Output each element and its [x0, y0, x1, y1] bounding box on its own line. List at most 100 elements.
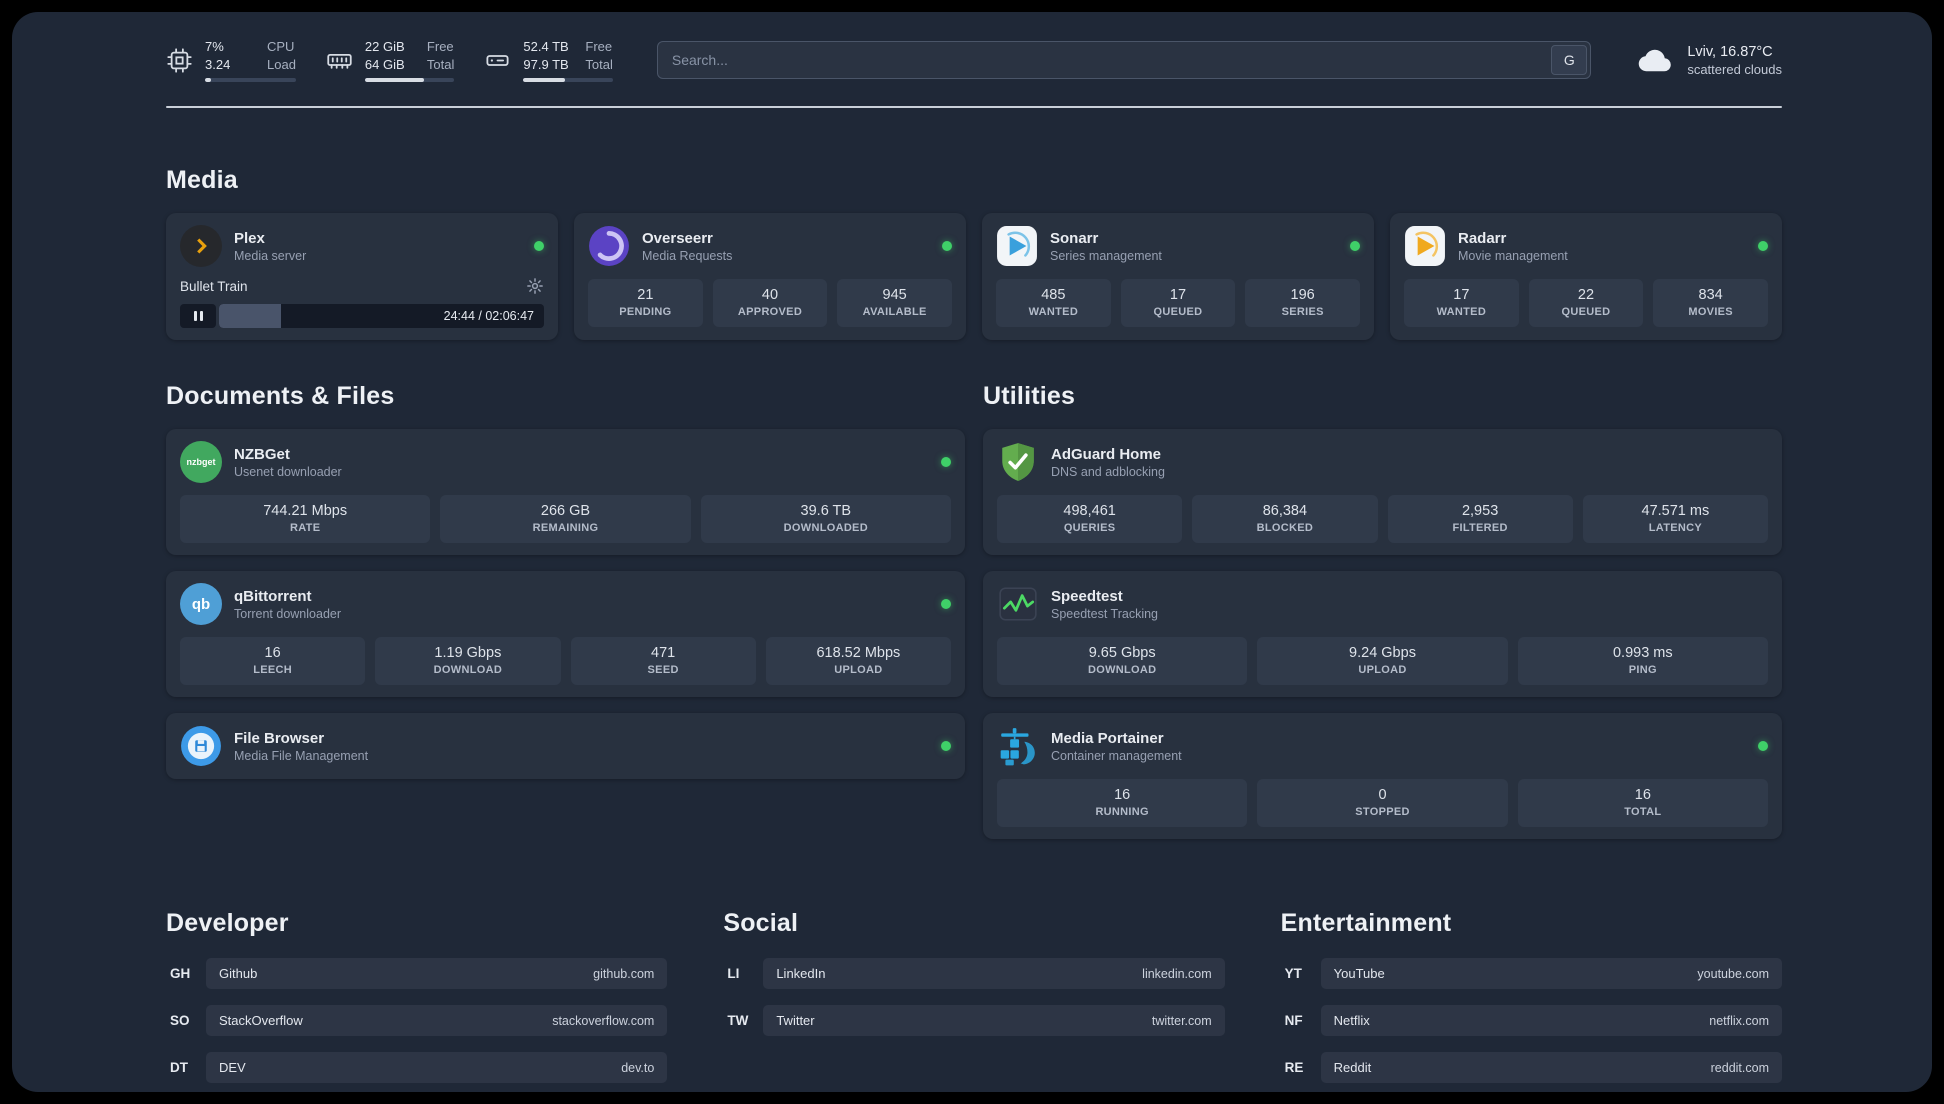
- status-dot: [1758, 741, 1768, 752]
- stat-value: 16: [1114, 787, 1131, 804]
- search-bar: G: [656, 41, 1592, 80]
- disk-free: 52.4 TB: [523, 39, 569, 54]
- bookmark-stackoverflow[interactable]: SO StackOverflow stackoverflow.com: [166, 1005, 668, 1037]
- stat-tile: 16 TOTAL: [1517, 779, 1768, 828]
- card-title: Radarr: [1458, 229, 1507, 247]
- weather-condition: scattered clouds: [1687, 61, 1782, 77]
- bookmark-linkedin[interactable]: LI LinkedIn linkedin.com: [723, 958, 1225, 990]
- card-subtitle: Torrent downloader: [234, 606, 342, 621]
- bookmark-twitter[interactable]: TW Twitter twitter.com: [723, 1005, 1225, 1037]
- card-title: NZBGet: [234, 445, 290, 463]
- stat-tile: 17 WANTED: [1404, 279, 1519, 328]
- stat-label: FILTERED: [1452, 522, 1508, 535]
- stat-value: 21: [637, 287, 654, 304]
- portainer-icon: [997, 725, 1039, 767]
- stat-tile: 9.24 Gbps UPLOAD: [1257, 637, 1508, 686]
- bookmark-reddit[interactable]: RE Reddit reddit.com: [1281, 1052, 1782, 1084]
- card-title: AdGuard Home: [1051, 445, 1162, 463]
- bookmark-pill: Github github.com: [206, 958, 668, 990]
- nzbget-icon-text: nzbget: [186, 457, 216, 468]
- card-subtitle: Media server: [234, 248, 307, 263]
- stat-value: 16: [1634, 787, 1651, 804]
- disk-label-1: Free: [585, 39, 613, 54]
- bookmark-pill: StackOverflow stackoverflow.com: [206, 1005, 668, 1037]
- search-input[interactable]: [656, 41, 1592, 80]
- stat-label: DOWNLOAD: [1087, 664, 1157, 677]
- stat-value: 485: [1041, 287, 1066, 304]
- bookmark-youtube[interactable]: YT YouTube youtube.com: [1281, 958, 1782, 990]
- stat-tile: 40 APPROVED: [712, 279, 828, 328]
- bookmark-name: Twitter: [776, 1013, 815, 1029]
- radarr-card[interactable]: Radarr Movie management 17 WANTED 22 QUE…: [1390, 213, 1782, 341]
- stat-label: TOTAL: [1624, 806, 1662, 819]
- bookmark-name: Netflix: [1333, 1013, 1370, 1029]
- bookmark-url: dev.to: [621, 1060, 655, 1075]
- stat-value: 40: [761, 287, 779, 304]
- ram-label-1: Free: [426, 39, 454, 54]
- card-subtitle: DNS and adblocking: [1051, 464, 1165, 479]
- card-title: qBittorrent: [234, 587, 312, 605]
- stat-tile: 47.571 ms LATENCY: [1582, 495, 1768, 544]
- qbittorrent-card[interactable]: qb qBittorrent Torrent downloader 16 LEE…: [166, 571, 965, 698]
- stat-tile: 498,461 QUERIES: [997, 495, 1183, 544]
- sonarr-card[interactable]: Sonarr Series management 485 WANTED 17 Q…: [982, 213, 1374, 341]
- card-subtitle: Movie management: [1458, 248, 1568, 263]
- adguard-card[interactable]: AdGuard Home DNS and adblocking 498,461 …: [983, 429, 1782, 556]
- topbar: 7% 3.24 CPU Load 22 GiB 64 GiB Free Tota…: [166, 38, 1782, 83]
- bookmark-abbr: NF: [1284, 1013, 1303, 1029]
- card-subtitle: Media Requests: [642, 248, 733, 263]
- overseerr-icon: [588, 225, 630, 267]
- media-grid: Plex Media server Bullet Train 24:44 / 0…: [166, 213, 1782, 341]
- section-title-media: Media: [166, 166, 238, 195]
- status-dot: [941, 599, 951, 610]
- status-dot: [942, 241, 952, 252]
- stat-tile: 16 LEECH: [180, 637, 366, 686]
- stat-tile: 22 QUEUED: [1528, 279, 1644, 328]
- bookmark-name: Reddit: [1333, 1060, 1372, 1076]
- stat-value: 618.52 Mbps: [816, 645, 901, 662]
- stat-value: 945: [882, 287, 907, 304]
- bookmark-netflix[interactable]: NF Netflix netflix.com: [1281, 1005, 1782, 1037]
- plex-card[interactable]: Plex Media server Bullet Train 24:44 / 0…: [166, 213, 558, 341]
- card-title: Overseerr: [642, 229, 713, 247]
- speedtest-card[interactable]: Speedtest Speedtest Tracking 9.65 Gbps D…: [983, 571, 1782, 698]
- filebrowser-card[interactable]: File Browser Media File Management: [166, 713, 965, 780]
- bookmark-url: youtube.com: [1697, 966, 1769, 981]
- search-provider-button[interactable]: G: [1551, 45, 1588, 76]
- stat-tile: 618.52 Mbps UPLOAD: [765, 637, 951, 686]
- gear-icon[interactable]: [526, 277, 544, 295]
- bookmark-url: github.com: [593, 966, 655, 981]
- cpu-widget: 7% 3.24 CPU Load: [166, 38, 296, 83]
- stat-label: DOWNLOADED: [783, 522, 868, 535]
- bookmark-name: LinkedIn: [776, 966, 826, 982]
- bookmark-url: netflix.com: [1709, 1013, 1769, 1028]
- stat-value: 744.21 Mbps: [263, 503, 348, 520]
- pause-button[interactable]: [180, 304, 216, 329]
- bookmark-abbr: TW: [727, 1013, 749, 1029]
- stat-label: APPROVED: [737, 306, 803, 319]
- status-dot: [941, 741, 951, 752]
- filebrowser-icon: [180, 725, 222, 767]
- stat-tile: 9.65 Gbps DOWNLOAD: [997, 637, 1248, 686]
- bookmark-dev[interactable]: DT DEV dev.to: [166, 1052, 668, 1084]
- nzbget-card[interactable]: nzbget NZBGet Usenet downloader 744.21 M…: [166, 429, 965, 556]
- stat-label: LATENCY: [1648, 522, 1702, 535]
- stat-tile: 17 QUEUED: [1120, 279, 1236, 328]
- playback-progressbar[interactable]: 24:44 / 02:06:47: [219, 304, 544, 329]
- card-title: Speedtest: [1051, 587, 1123, 605]
- stat-tile: 1.19 Gbps DOWNLOAD: [375, 637, 561, 686]
- stat-tile: 0 STOPPED: [1257, 779, 1508, 828]
- stat-tile: 834 MOVIES: [1653, 279, 1768, 328]
- disk-usage-fill: [523, 78, 566, 83]
- stat-tile: 2,953 FILTERED: [1387, 495, 1573, 544]
- portainer-card[interactable]: Media Portainer Container management 16 …: [983, 713, 1782, 840]
- section-title-utilities: Utilities: [983, 382, 1076, 411]
- bookmark-group-social: Social LI LinkedIn linkedin.com TW Twitt…: [723, 909, 1225, 1092]
- overseerr-card[interactable]: Overseerr Media Requests 21 PENDING 40 A…: [574, 213, 966, 341]
- bookmark-github[interactable]: GH Github github.com: [166, 958, 668, 990]
- cpu-label-1: CPU: [267, 39, 295, 54]
- stat-label: LEECH: [253, 664, 293, 677]
- status-dot: [534, 241, 544, 252]
- bookmark-group-entertainment: Entertainment YT YouTube youtube.com NF …: [1281, 909, 1782, 1092]
- section-title-developer: Developer: [166, 909, 289, 938]
